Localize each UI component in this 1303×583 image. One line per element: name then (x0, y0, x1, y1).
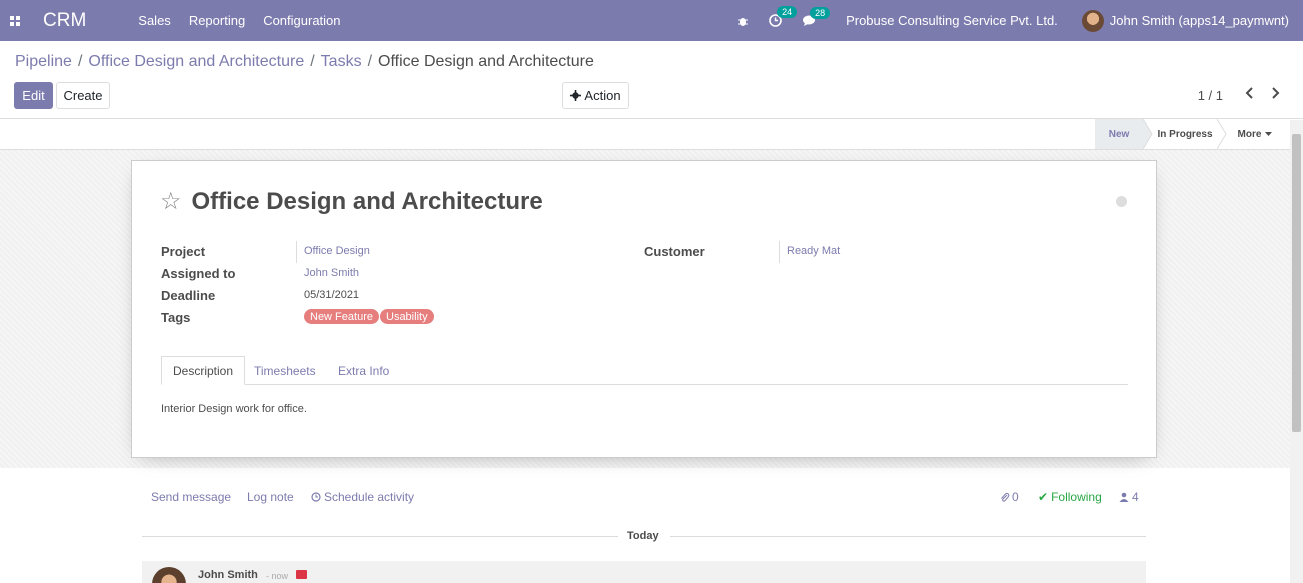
action-button[interactable]: Action (562, 82, 629, 109)
pager-previous-icon[interactable] (1245, 86, 1254, 102)
breadcrumb: Pipeline / Office Design and Architectur… (15, 53, 594, 71)
check-icon: ✔ (1038, 490, 1049, 504)
chatter-message: John Smith - now (142, 561, 1146, 583)
log-note-button[interactable]: Log note (247, 490, 294, 504)
edit-button[interactable]: Edit (14, 82, 53, 109)
following-label: Following (1051, 490, 1102, 504)
followers-count: 4 (1132, 490, 1139, 504)
message-count-badge: 28 (810, 6, 831, 19)
envelope-icon[interactable] (296, 570, 307, 579)
message-author-avatar[interactable] (152, 567, 186, 583)
today-separator: Today (627, 530, 659, 542)
create-button[interactable]: Create (56, 82, 110, 109)
stage-new[interactable]: New (1095, 119, 1143, 149)
user-icon (1119, 492, 1129, 502)
menu-configuration[interactable]: Configuration (263, 13, 340, 28)
debug-bug-icon[interactable] (737, 15, 749, 27)
description-text[interactable]: Interior Design work for office. (161, 403, 307, 415)
stage-in-progress[interactable]: In Progress (1153, 119, 1217, 149)
action-label: Action (584, 88, 621, 103)
customer-label: Customer (644, 244, 705, 259)
stage-arrow-separator (1143, 119, 1153, 149)
caret-down-icon (1265, 131, 1273, 136)
stage-arrow-separator (1217, 119, 1227, 149)
tab-timesheets[interactable]: Timesheets (243, 356, 327, 385)
pager-next-icon[interactable] (1271, 86, 1280, 102)
following-button[interactable]: ✔ Following (1038, 490, 1102, 504)
customer-field[interactable]: Ready Mat (787, 245, 840, 257)
followers-button[interactable]: 4 (1119, 490, 1139, 504)
project-label: Project (161, 244, 206, 259)
message-date: - now (266, 571, 289, 581)
clock-icon (311, 492, 321, 502)
vertical-scrollbar[interactable] (1290, 120, 1303, 583)
activity-clock-icon[interactable]: 24 (769, 6, 798, 27)
attachments-count: 0 (1012, 490, 1019, 504)
priority-star-icon[interactable]: ☆ (160, 187, 182, 216)
assigned-to-field[interactable]: John Smith (304, 267, 359, 279)
tag-new-feature[interactable]: New Feature (304, 309, 379, 324)
apps-menu-icon[interactable] (0, 0, 30, 41)
form-sheet: ☆ Office Design and Architecture Project… (131, 160, 1157, 458)
stage-statusbar: New In Progress More (0, 118, 1303, 150)
company-switcher[interactable]: Probuse Consulting Service Pvt. Ltd. (846, 13, 1058, 28)
assigned-to-label: Assigned to (161, 266, 236, 281)
user-avatar[interactable] (1081, 9, 1104, 32)
send-message-button[interactable]: Send message (151, 490, 231, 504)
paperclip-icon (1001, 492, 1010, 502)
tab-description[interactable]: Description (161, 356, 246, 385)
kanban-state-indicator[interactable] (1116, 196, 1127, 207)
breadcrumb-current: Office Design and Architecture (378, 53, 594, 70)
tags-label: Tags (161, 310, 191, 325)
user-menu[interactable]: John Smith (apps14_paymwnt) (1110, 13, 1289, 28)
project-field[interactable]: Office Design (304, 245, 370, 257)
divider-left (142, 536, 618, 537)
schedule-activity-label: Schedule activity (324, 490, 415, 504)
app-brand[interactable]: CRM (43, 10, 86, 32)
gear-icon (570, 90, 582, 101)
tag-usability[interactable]: Usability (380, 309, 434, 324)
task-title: Office Design and Architecture (191, 187, 543, 215)
notebook-tabs: Description Timesheets Extra Info (161, 356, 1128, 385)
breadcrumb-opportunity[interactable]: Office Design and Architecture (88, 53, 304, 71)
top-navbar: CRM Sales Reporting Configuration 24 28 … (0, 0, 1303, 41)
breadcrumb-tasks[interactable]: Tasks (321, 53, 362, 71)
pager-value[interactable]: 1 / 1 (1198, 88, 1223, 103)
tab-extra-info[interactable]: Extra Info (327, 356, 400, 385)
deadline-field[interactable]: 05/31/2021 (304, 289, 359, 301)
activity-count-badge: 24 (777, 6, 798, 18)
menu-sales[interactable]: Sales (138, 13, 171, 28)
divider-right (670, 536, 1146, 537)
deadline-label: Deadline (161, 288, 216, 303)
stage-more-label: More (1237, 128, 1262, 140)
messaging-chat-icon[interactable]: 28 (802, 6, 831, 27)
menu-reporting[interactable]: Reporting (189, 13, 245, 28)
message-author[interactable]: John Smith (198, 569, 258, 581)
breadcrumb-pipeline[interactable]: Pipeline (15, 53, 72, 71)
attachments-button[interactable]: 0 (1000, 490, 1019, 504)
stage-more-dropdown[interactable]: More (1230, 119, 1280, 149)
schedule-activity-button[interactable]: Schedule activity (311, 490, 414, 504)
